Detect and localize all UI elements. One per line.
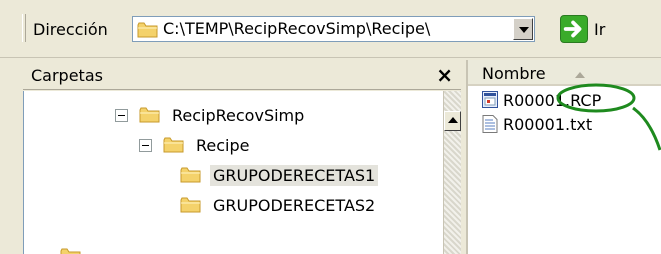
address-path[interactable]: C:\TEMP\RecipRecovSimp\Recipe\	[163, 19, 508, 38]
tree-item-recipe[interactable]: Recipe	[139, 131, 252, 159]
rcp-file-icon	[482, 91, 498, 108]
close-icon[interactable]: ×	[436, 63, 453, 87]
file-item[interactable]: R00001.txt	[482, 113, 592, 135]
folder-icon	[60, 248, 81, 254]
address-combobox[interactable]: C:\TEMP\RecipRecovSimp\Recipe\	[132, 16, 535, 42]
address-label: Dirección	[33, 20, 108, 39]
folders-pane-title: Carpetas	[31, 66, 103, 85]
tree-item-label: RecipRecovSimp	[172, 105, 305, 125]
go-button-label[interactable]: Ir	[594, 20, 605, 39]
tree-item-reciprecovsimp[interactable]: RecipRecovSimp	[115, 101, 307, 129]
address-bar: Dirección C:\TEMP\RecipRecovSimp\Recipe\…	[0, 0, 661, 58]
folder-icon	[137, 22, 158, 38]
files-pane: Nombre R00001.RCP R00001.txt	[466, 60, 661, 254]
go-arrow-icon[interactable]	[560, 15, 588, 43]
folder-icon	[139, 107, 160, 123]
folders-pane-header: Carpetas ×	[23, 60, 461, 90]
tree-item-grupoderecetas2[interactable]: GRUPODERECETAS2	[180, 191, 378, 219]
scroll-up-button[interactable]	[444, 111, 461, 131]
toolbar-grip[interactable]	[22, 14, 26, 42]
column-header-name[interactable]: Nombre	[468, 60, 661, 86]
folder-icon	[180, 197, 201, 213]
tree-item-label: GRUPODERECETAS2	[213, 195, 376, 215]
file-item[interactable]: R00001.RCP	[482, 89, 601, 111]
column-header-label: Nombre	[482, 64, 546, 83]
tree-item-label: GRUPODERECETAS1	[210, 164, 379, 186]
file-name: R00001.txt	[503, 114, 593, 134]
collapse-icon[interactable]	[139, 138, 152, 152]
tree-item-label: Recipe	[196, 135, 250, 155]
text-file-icon	[482, 115, 498, 133]
collapse-icon[interactable]	[115, 108, 128, 122]
file-name: R00001.RCP	[503, 90, 602, 110]
tree-item-grupoderecetas1[interactable]: GRUPODERECETAS1	[180, 161, 379, 189]
sort-ascending-icon	[575, 72, 585, 78]
folders-pane: Carpetas × RecipRecovSimp Recipe GRUPODE…	[23, 60, 461, 254]
folder-tree-scrollbar[interactable]	[443, 91, 461, 254]
folder-icon	[163, 137, 184, 153]
folder-tree: RecipRecovSimp Recipe GRUPODERECETAS1 GR…	[23, 91, 443, 254]
address-dropdown-button[interactable]	[513, 18, 533, 40]
folder-icon	[180, 167, 201, 183]
